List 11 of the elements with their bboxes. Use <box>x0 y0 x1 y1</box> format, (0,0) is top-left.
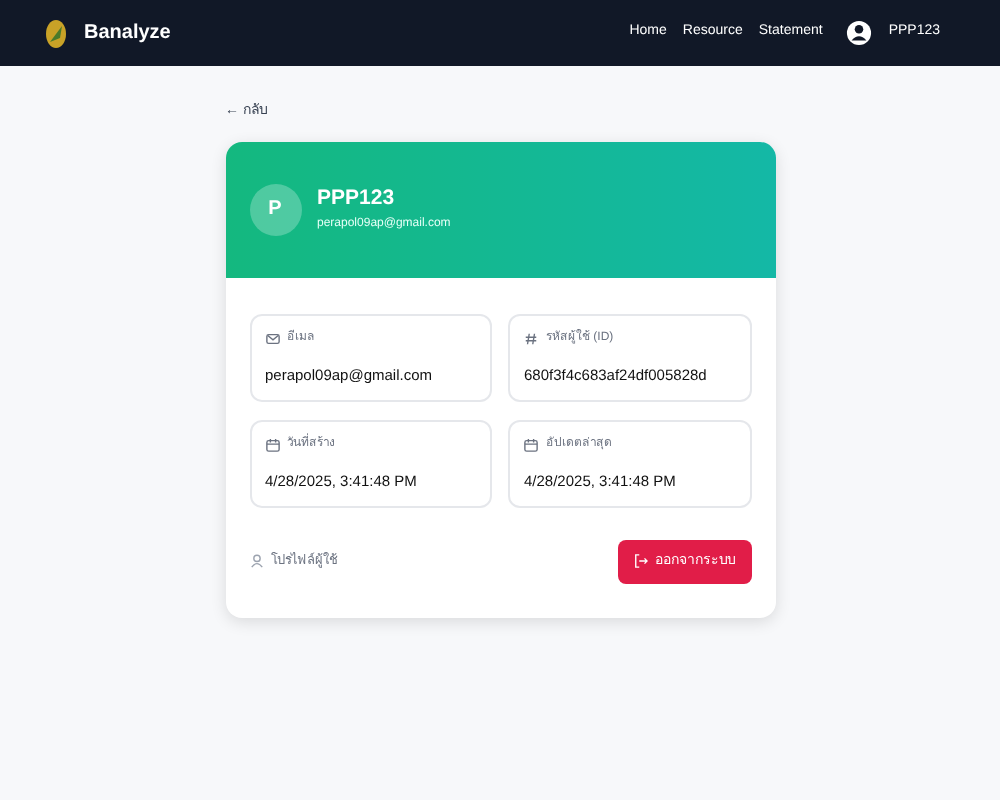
calendar-icon <box>265 437 279 451</box>
logo-icon <box>44 17 68 49</box>
calendar-icon <box>524 437 538 451</box>
avatar: P <box>249 183 301 235</box>
mail-icon <box>265 331 279 345</box>
profile-name: PPP123 <box>317 184 397 215</box>
user-avatar-icon[interactable] <box>846 20 873 46</box>
user-icon <box>249 554 263 569</box>
brand-name[interactable]: Banalyze <box>84 18 171 48</box>
hash-icon <box>524 331 538 345</box>
logout-icon <box>633 554 647 569</box>
